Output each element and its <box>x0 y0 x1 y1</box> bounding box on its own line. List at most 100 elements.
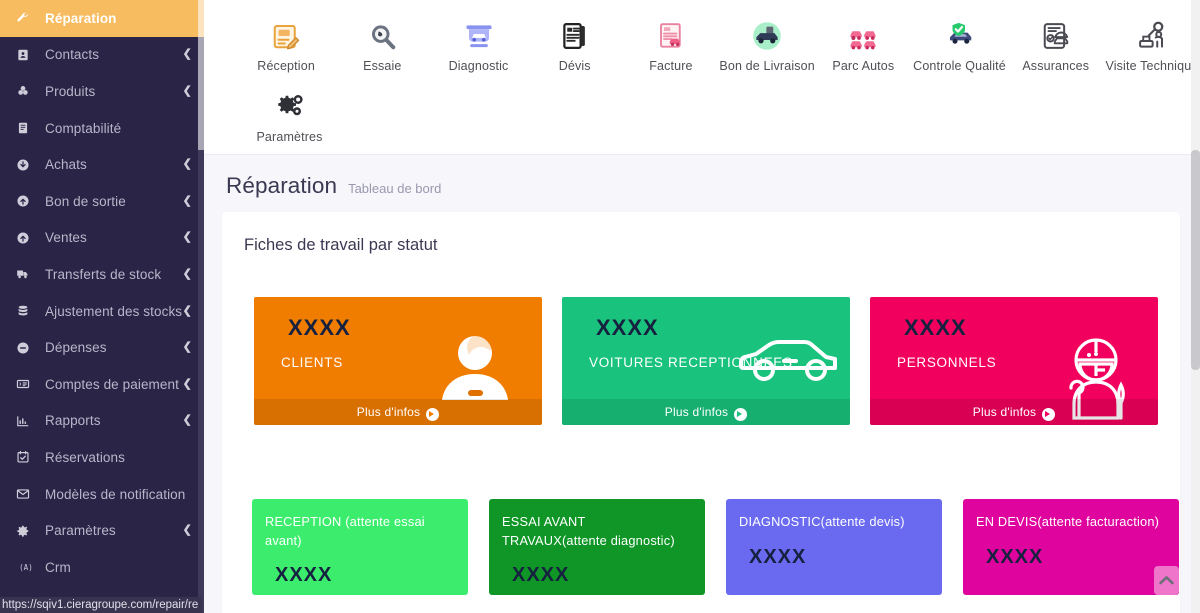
reception-form-icon <box>264 16 308 56</box>
page-scrollbar[interactable] <box>1191 0 1200 613</box>
toolbar-button-essaie[interactable]: Essaie <box>334 10 430 73</box>
toolbar-button-diagnostic[interactable]: Diagnostic <box>430 10 526 73</box>
sidebar-item-label: Achats <box>45 157 87 173</box>
status-tile-3[interactable]: EN DEVIS(attente facturaction) XXXX <box>963 499 1179 595</box>
chevron-up-icon <box>1159 576 1174 585</box>
stat-card-value: XXXX <box>288 315 351 340</box>
sidebar-item-param-tres[interactable]: Paramètres ❮ <box>0 512 204 549</box>
quality-shield-car-icon <box>938 16 982 56</box>
sidebar-item-comptes-de-paiement[interactable]: Comptes de paiement ❮ <box>0 366 204 403</box>
chevron-left-icon[interactable]: ❮ <box>183 415 192 426</box>
technical-inspection-icon <box>1130 16 1174 56</box>
browser-status-bar: https://sqiv1.cieragroupe.com/repair/re <box>0 597 203 613</box>
envelope-icon <box>16 487 38 501</box>
sidebar-item-r-servations[interactable]: Réservations <box>0 439 204 476</box>
sidebar-item-rapports[interactable]: Rapports ❮ <box>0 403 204 440</box>
stat-card-more-label: Plus d'infos <box>664 405 729 419</box>
toolbar-button-bon-de-livraison[interactable]: Bon de Livraison <box>719 10 815 73</box>
status-tile-label: ESSAI AVANT TRAVAUX(attente diagnostic) <box>502 514 675 548</box>
status-tile-label: RECEPTION (attente essai avant) <box>265 514 425 548</box>
sidebar-item-ventes[interactable]: Ventes ❮ <box>0 220 204 257</box>
toolbar-button-label: Réception <box>257 59 315 73</box>
sidebar: Réparation Contacts ❮ Produits ❮ Comptabilité… <box>0 0 204 613</box>
toolbar-button-label: Controle Qualité <box>913 59 1006 73</box>
main-area: Réception Essaie Diagnostic Dévis Facture Bon… <box>204 0 1200 613</box>
arrow-right-circle-icon <box>426 407 440 421</box>
chevron-left-icon[interactable]: ❮ <box>183 342 192 353</box>
chevron-left-icon[interactable]: ❮ <box>183 49 192 60</box>
chevron-left-icon[interactable]: ❮ <box>183 159 192 170</box>
stat-card-more-link[interactable]: Plus d'infos <box>870 399 1158 425</box>
magnifier-hand-icon <box>360 16 404 56</box>
toolbar-button-facture[interactable]: Facture <box>623 10 719 73</box>
status-tile-0[interactable]: RECEPTION (attente essai avant) XXXX <box>252 499 468 595</box>
chevron-left-icon[interactable]: ❮ <box>183 268 192 280</box>
status-tile-2[interactable]: DIAGNOSTIC(attente devis) XXXX <box>726 499 942 595</box>
chevron-left-icon[interactable]: ❮ <box>183 232 192 243</box>
chevron-left-icon[interactable]: ❮ <box>183 195 192 207</box>
status-tile-value: XXXX <box>275 564 333 587</box>
insurance-doc-icon <box>1034 16 1078 56</box>
toolbar-button-label: Diagnostic <box>448 59 509 73</box>
toolbar-button-label: Bon de Livraison <box>719 59 815 73</box>
status-tile-1[interactable]: ESSAI AVANT TRAVAUX(attente diagnostic) X… <box>489 499 705 595</box>
toolbar-button-parc-autos[interactable]: Parc Autos <box>815 10 911 73</box>
money-bill-icon <box>16 377 38 391</box>
stat-card-more-link[interactable]: Plus d'infos <box>562 399 850 425</box>
page-header: Réparation Tableau de bord <box>204 155 1200 212</box>
wrench-icon <box>16 11 38 25</box>
sidebar-item-crm[interactable]: (A) Crm <box>0 549 204 586</box>
toolbar-button-label: Visite Technique <box>1105 59 1199 73</box>
bar-chart-icon <box>16 414 38 428</box>
sidebar-item-comptabilit[interactable]: Comptabilité <box>0 110 204 147</box>
status-tile-label: EN DEVIS(attente facturaction) <box>976 514 1160 529</box>
toolbar-button-assurances[interactable]: Assurances <box>1008 10 1104 73</box>
car-fleet-icon <box>841 16 885 56</box>
broadcast-icon: (A) <box>16 560 38 574</box>
sidebar-item-produits[interactable]: Produits ❮ <box>0 73 204 110</box>
toolbar-button-visite-technique[interactable]: Visite Technique <box>1104 10 1200 73</box>
page-subtitle: Tableau de bord <box>348 181 442 196</box>
stat-card-value: XXXX <box>596 315 659 340</box>
toolbar-button-label: Paramètres <box>256 130 323 144</box>
truck-icon <box>16 267 38 281</box>
status-tile-value: XXXX <box>986 545 1044 568</box>
toolbar-button-label: Essaie <box>363 59 402 73</box>
arrow-down-circle-icon <box>16 158 38 172</box>
sidebar-item-ajustement-des-stocks[interactable]: Ajustement des stocks ❮ <box>0 293 204 330</box>
sidebar-item-r-paration[interactable]: Réparation <box>0 0 204 37</box>
quote-document-icon <box>553 16 597 56</box>
toolbar-button-controle-qualit[interactable]: Controle Qualité <box>911 10 1007 73</box>
toolbar-button-r-ception[interactable]: Réception <box>238 10 334 73</box>
sidebar-item-label: Réparation <box>45 10 117 26</box>
sidebar-item-achats[interactable]: Achats ❮ <box>0 146 204 183</box>
stat-card-clients[interactable]: XXXX CLIENTS Plus d'infos <box>254 297 542 425</box>
sidebar-item-bon-de-sortie[interactable]: Bon de sortie ❮ <box>0 183 204 220</box>
sidebar-item-contacts[interactable]: Contacts ❮ <box>0 37 204 74</box>
scroll-to-top-button[interactable] <box>1154 566 1179 595</box>
chevron-left-icon[interactable]: ❮ <box>183 525 192 536</box>
stat-card-value: XXXX <box>904 315 967 340</box>
stat-card-more-link[interactable]: Plus d'infos <box>254 399 542 425</box>
stat-card-label: VOITURES RECEPTIONNEES <box>589 355 793 370</box>
chevron-left-icon[interactable]: ❮ <box>183 305 192 317</box>
status-tile-label: DIAGNOSTIC(attente devis) <box>739 514 905 529</box>
toolbar-button-label: Parc Autos <box>832 59 895 73</box>
stat-card-personnels[interactable]: XXXX PERSONNELS Plus d'infos <box>870 297 1158 425</box>
toolbar-button-label: Facture <box>649 59 693 73</box>
page-scrollbar-thumb[interactable] <box>1191 150 1200 370</box>
panel-title: Fiches de travail par statut <box>244 236 438 254</box>
toolbar-button-d-vis[interactable]: Dévis <box>527 10 623 73</box>
gears-icon <box>268 87 312 127</box>
gear-icon <box>16 524 38 538</box>
stat-card-label: PERSONNELS <box>897 355 997 370</box>
car-lift-icon <box>457 16 501 56</box>
stat-card-voitures-receptionnees[interactable]: XXXX VOITURES RECEPTIONNEES Plus d'infos <box>562 297 850 425</box>
chevron-left-icon[interactable]: ❮ <box>183 85 192 97</box>
chevron-left-icon[interactable]: ❮ <box>183 378 192 390</box>
sidebar-item-mod-les-de-notification[interactable]: Modèles de notification <box>0 476 204 513</box>
toolbar-button-param-tres[interactable]: Paramètres <box>238 81 341 144</box>
sidebar-item-transferts-de-stock[interactable]: Transferts de stock ❮ <box>0 256 204 293</box>
module-toolbar: Réception Essaie Diagnostic Dévis Facture Bon… <box>204 0 1200 155</box>
sidebar-item-d-penses[interactable]: Dépenses ❮ <box>0 329 204 366</box>
